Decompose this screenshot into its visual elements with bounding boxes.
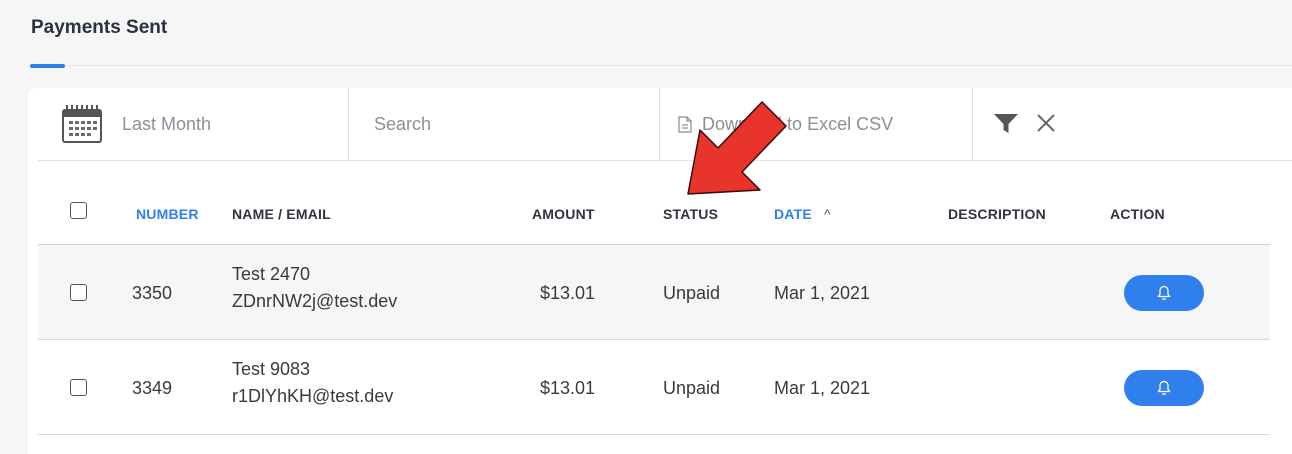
select-all-checkbox[interactable] [70,202,87,219]
filter-icon[interactable] [993,113,1019,135]
row-number: 3350 [132,283,173,303]
document-icon [678,115,692,133]
column-header-action: ACTION [1110,206,1165,222]
send-reminder-button[interactable] [1124,370,1204,406]
column-header-name-email[interactable]: NAME / EMAIL [232,206,331,222]
title-rule [30,65,1292,66]
row-name: Test 2470 [232,264,311,284]
download-csv-button[interactable]: Download to Excel CSV [678,88,893,160]
row-checkbox[interactable] [70,284,87,301]
row-email: ZDnrNW2j@test.dev [232,291,398,311]
row-checkbox[interactable] [70,379,87,396]
search-box [358,88,658,160]
row-amount: $13.01 [540,378,596,398]
row-date: Mar 1, 2021 [774,283,871,303]
toolbar: Last Month Download to Excel CSV [38,88,1292,161]
column-header-number[interactable]: NUMBER [136,206,199,222]
row-amount: $13.01 [540,283,596,303]
toolbar-divider [348,88,349,160]
column-header-amount[interactable]: AMOUNT [532,206,595,222]
page-title: Payments Sent [31,17,168,38]
send-reminder-button[interactable] [1124,275,1204,311]
search-input[interactable] [358,113,654,135]
toolbar-divider [972,88,973,160]
payments-card: Last Month Download to Excel CSV NUMBER … [28,88,1292,454]
sort-ascending-icon: ^ [823,206,831,222]
row-date: Mar 1, 2021 [774,378,871,398]
column-header-date-label: DATE [774,206,812,222]
title-underline [30,64,65,68]
column-header-status[interactable]: STATUS [663,206,718,222]
bell-icon [1157,380,1171,396]
toolbar-divider [659,88,660,160]
bell-icon [1157,285,1171,301]
date-range-select[interactable]: Last Month [122,88,211,160]
table-header: NUMBER NAME / EMAIL AMOUNT STATUS DATE ^… [38,188,1270,245]
table-row[interactable]: 3350 Test 2470 ZDnrNW2j@test.dev $13.01 … [38,245,1270,340]
table-row[interactable]: 3349 Test 9083 r1DlYhKH@test.dev $13.01 … [38,340,1270,435]
row-number: 3349 [132,378,173,398]
row-email: r1DlYhKH@test.dev [232,386,394,406]
column-header-description: DESCRIPTION [948,206,1046,222]
row-name: Test 9083 [232,359,311,379]
calendar-icon[interactable] [62,105,102,143]
close-icon[interactable] [1035,112,1057,134]
row-status: Unpaid [663,283,721,303]
download-csv-label: Download to Excel CSV [702,113,894,134]
column-header-date[interactable]: DATE ^ [774,206,831,222]
row-status: Unpaid [663,378,721,398]
